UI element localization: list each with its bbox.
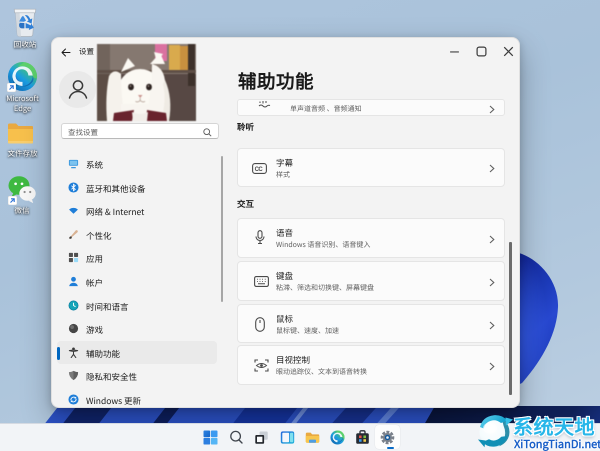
svg-text:CC: CC xyxy=(255,167,264,173)
